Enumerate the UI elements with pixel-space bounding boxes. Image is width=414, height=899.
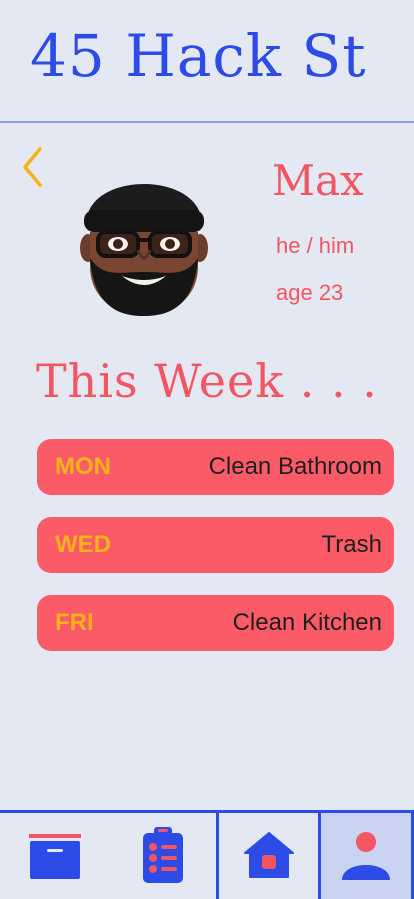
chore-row[interactable]: MON Clean Bathroom	[37, 439, 394, 495]
inbox-icon	[29, 834, 81, 879]
chore-list: MON Clean Bathroom WED Trash FRI Clean K…	[37, 439, 394, 673]
nav-tasks-button[interactable]	[110, 813, 216, 899]
chore-row[interactable]: FRI Clean Kitchen	[37, 595, 394, 651]
chevron-left-icon	[23, 147, 42, 187]
profile-icon	[342, 832, 390, 880]
nav-group-left	[0, 810, 219, 899]
app-title: 45 Hack St	[30, 22, 367, 90]
task-list-icon	[143, 827, 183, 883]
back-button[interactable]	[20, 146, 44, 188]
profile-age: age 23	[276, 280, 344, 305]
chore-task: Clean Kitchen	[232, 609, 382, 636]
profile-pronouns: he / him	[276, 233, 355, 258]
home-icon	[244, 831, 294, 878]
bottom-nav	[0, 810, 414, 899]
section-title: This Week . . .	[36, 354, 378, 408]
chore-day: MON	[55, 453, 111, 480]
chore-day: WED	[55, 531, 111, 558]
chore-row[interactable]: WED Trash	[37, 517, 394, 573]
nav-home-button[interactable]	[219, 810, 319, 899]
chore-day: FRI	[55, 609, 94, 636]
header: 45 Hack St	[0, 0, 414, 123]
profile-name: Max	[272, 156, 364, 205]
chore-task: Clean Bathroom	[208, 453, 382, 480]
nav-inbox-button[interactable]	[0, 813, 110, 899]
avatar	[80, 148, 208, 318]
chore-task: Trash	[321, 531, 382, 558]
nav-profile-button[interactable]	[318, 810, 414, 899]
